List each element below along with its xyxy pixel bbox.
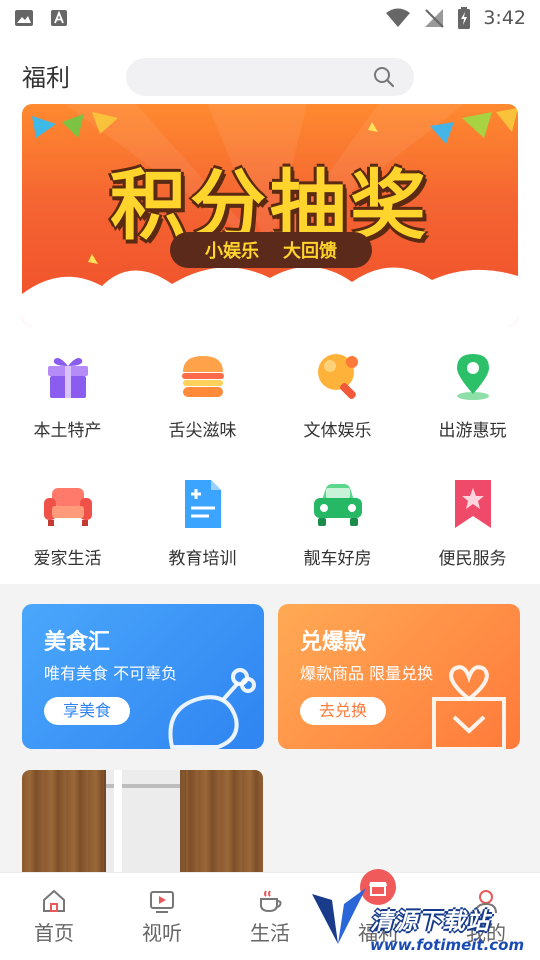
banner-slogan: 小娱乐 大回馈 <box>170 232 372 268</box>
home-icon <box>43 889 65 912</box>
font-notification-icon <box>51 10 67 26</box>
nav-label: 首页 <box>34 921 74 945</box>
category-label: 爱家生活 <box>33 549 102 569</box>
category-convenience-services[interactable]: 便民服务 <box>405 468 540 596</box>
gift-heart-icon <box>432 665 506 749</box>
category-label: 靓车好房 <box>303 549 372 569</box>
category-home-life[interactable]: 爱家生活 <box>0 468 135 596</box>
coffee-icon <box>260 890 282 913</box>
site-watermark: 清源下载站 www.fotimeit.com <box>308 882 534 960</box>
banner-tag-left: 小娱乐 <box>205 241 259 262</box>
page-title: 福利 <box>22 64 70 92</box>
image-notification-icon <box>15 10 33 26</box>
category-grid: 本土特产 舌尖滋味 文体娱乐 出游惠玩 爱家生活 教育培训 靓车好房 便民服务 <box>0 340 540 596</box>
category-label: 便民服务 <box>438 549 507 569</box>
category-local-specialty[interactable]: 本土特产 <box>0 340 135 468</box>
chicken-leg-icon <box>168 668 256 749</box>
enjoy-food-button[interactable]: 享美食 <box>44 697 130 725</box>
promo-card-redeem[interactable]: 兑爆款 爆款商品 限量兑换 去兑换 <box>278 604 520 749</box>
category-travel[interactable]: 出游惠玩 <box>405 340 540 468</box>
product-image-thermos[interactable] <box>22 770 263 872</box>
burger-icon <box>181 356 224 397</box>
category-education[interactable]: 教育培训 <box>135 468 270 596</box>
promo-card-food[interactable]: 美食汇 唯有美食 不可辜负 享美食 <box>22 604 264 749</box>
thermos-illustration <box>104 770 186 872</box>
search-icon[interactable] <box>372 65 396 89</box>
redeem-button[interactable]: 去兑换 <box>300 697 386 725</box>
nav-home[interactable]: 首页 <box>0 873 108 960</box>
watermark-logo-icon <box>312 888 366 944</box>
nav-label: 视听 <box>142 921 182 945</box>
gift-icon <box>47 358 88 398</box>
category-label: 本土特产 <box>33 421 102 441</box>
ping-pong-icon <box>317 354 358 399</box>
sofa-icon <box>43 488 92 526</box>
promo-title: 美食汇 <box>44 630 111 655</box>
promo-title: 兑爆款 <box>300 630 367 655</box>
watermark-text: 清源下载站 <box>370 909 490 935</box>
wifi-icon <box>386 8 411 27</box>
location-pin-icon <box>456 354 489 400</box>
video-icon <box>150 891 174 913</box>
search-bar[interactable] <box>126 58 414 96</box>
battery-charging-icon <box>458 7 471 29</box>
category-label: 舌尖滋味 <box>168 421 237 441</box>
top-header: 福利 <box>0 50 540 102</box>
car-icon <box>313 484 362 526</box>
category-label: 出游惠玩 <box>438 421 507 441</box>
promo-subtitle: 爆款商品 限量兑换 <box>300 664 434 683</box>
status-bar: 3:42 <box>0 0 540 36</box>
lottery-banner[interactable]: 积分抽奖 小娱乐 大回馈 <box>22 104 518 326</box>
category-label: 教育培训 <box>168 549 237 569</box>
nav-label: 生活 <box>250 921 290 945</box>
clock: 3:42 <box>483 7 526 29</box>
no-signal-icon <box>425 9 445 28</box>
document-icon <box>184 480 221 528</box>
category-food[interactable]: 舌尖滋味 <box>135 340 270 468</box>
category-label: 文体娱乐 <box>303 421 372 441</box>
bookmark-star-icon <box>454 480 491 528</box>
nav-video[interactable]: 视听 <box>108 873 216 960</box>
category-car-house[interactable]: 靓车好房 <box>270 468 405 596</box>
banner-tag-right: 大回馈 <box>283 241 337 262</box>
watermark-url: www.fotimeit.com <box>370 936 525 954</box>
category-sports-entertainment[interactable]: 文体娱乐 <box>270 340 405 468</box>
